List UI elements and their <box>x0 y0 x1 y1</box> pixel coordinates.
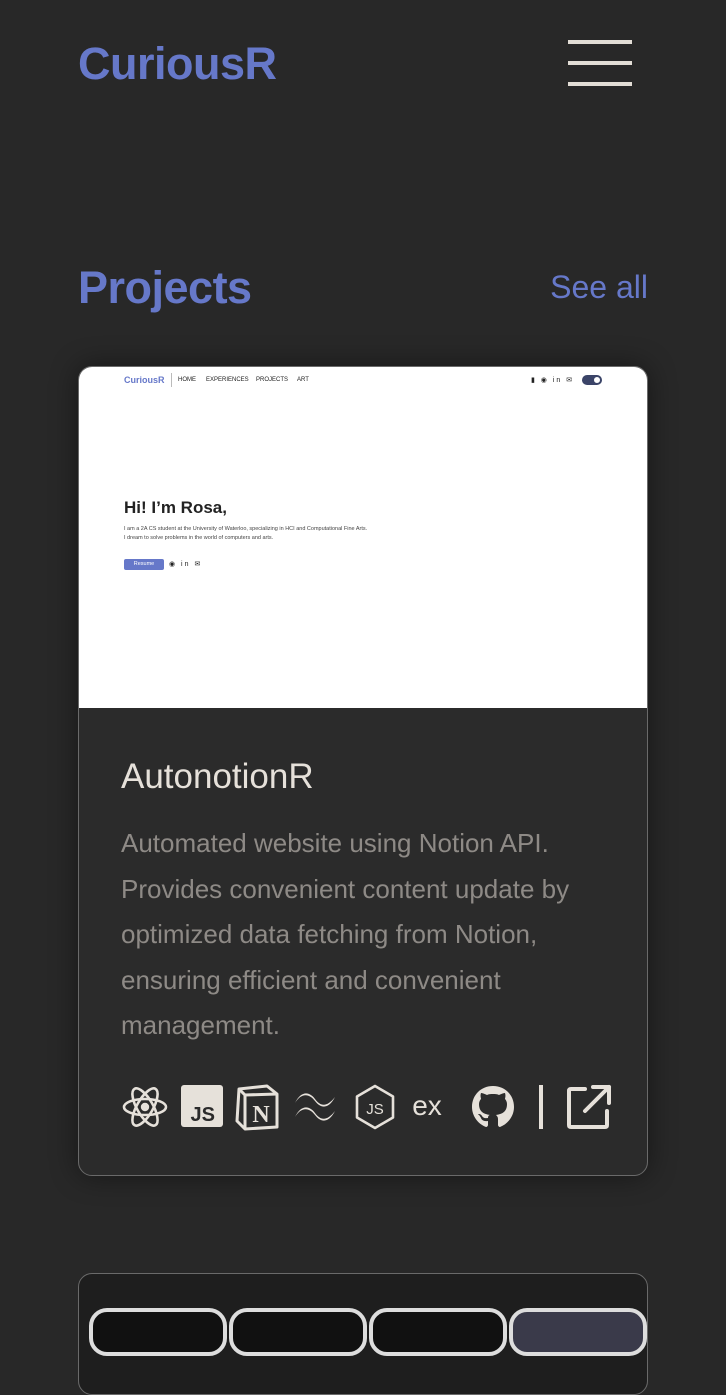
preview-nav-divider <box>171 373 172 387</box>
project-card[interactable]: CuriousR HOME EXPERIENCES PROJECTS ART ▮… <box>78 366 648 1176</box>
preview-description: I am a 2A CS student at the University o… <box>124 525 444 543</box>
external-link-icon[interactable] <box>565 1083 613 1131</box>
tailwind-icon <box>295 1093 335 1121</box>
preview-greeting: Hi! I’m Rosa, <box>124 498 227 517</box>
hamburger-menu-icon[interactable] <box>566 38 632 88</box>
project-thumbnail <box>369 1308 507 1356</box>
notion-icon-text: N <box>252 1102 270 1128</box>
nodejs-icon: JS <box>355 1084 395 1130</box>
preview-desc-line: I dream to solve problems in the world o… <box>124 535 274 541</box>
preview-nav-item: HOME <box>178 377 196 383</box>
nodejs-icon-text: JS <box>366 1101 384 1118</box>
project-thumbnail <box>89 1308 227 1356</box>
link-divider <box>539 1085 543 1129</box>
project-thumbnail <box>229 1308 367 1356</box>
preview-social-icons: ▮ ◉ in ✉ <box>531 377 575 384</box>
site-logo[interactable]: CuriousR <box>78 36 277 92</box>
javascript-icon-text: JS <box>191 1104 215 1126</box>
preview-nav-item: EXPERIENCES <box>206 377 249 383</box>
express-icon: ex <box>412 1090 442 1121</box>
preview-resume-button: Resume <box>124 559 164 570</box>
preview-logo: CuriousR <box>124 375 165 385</box>
projects-heading: Projects <box>78 262 252 313</box>
preview-desc-line: I am a 2A CS student at the University o… <box>124 526 368 532</box>
preview-nav-item: PROJECTS <box>256 377 289 383</box>
github-icon[interactable] <box>469 1083 517 1131</box>
preview-nav-item: ART <box>297 377 309 383</box>
project-description: Automated website using Notion API. Prov… <box>121 828 570 1040</box>
project-preview-image: CuriousR HOME EXPERIENCES PROJECTS ART ▮… <box>79 367 647 708</box>
project-title: AutonotionR <box>121 757 314 796</box>
notion-icon: N <box>235 1084 279 1131</box>
see-all-link[interactable]: See all <box>550 266 648 308</box>
site-header: CuriousR <box>0 0 726 130</box>
react-icon <box>122 1087 168 1127</box>
javascript-icon: JS <box>181 1085 223 1127</box>
express-icon-text: ex <box>412 1090 442 1121</box>
project-thumbnail <box>509 1308 647 1356</box>
project-card-next[interactable] <box>78 1273 648 1395</box>
preview-resume-icons: ◉ in ✉ <box>169 561 203 568</box>
preview-theme-toggle <box>582 375 602 385</box>
